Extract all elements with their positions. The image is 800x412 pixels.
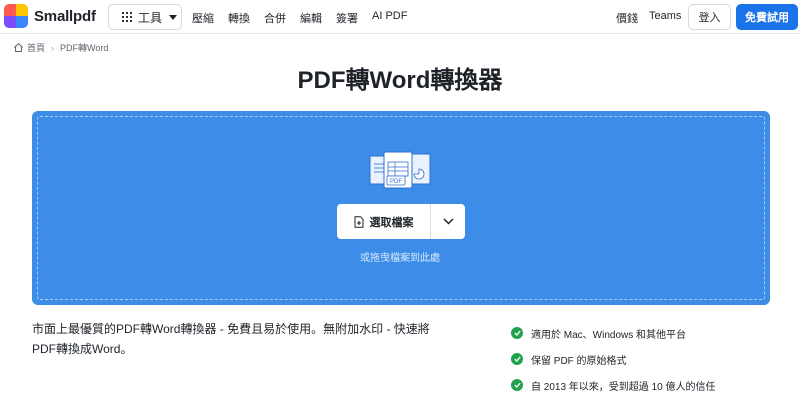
tools-menu-button[interactable]: 工具	[108, 4, 182, 30]
main-nav: 壓縮 轉換 合併 編輯 簽署 AI PDF	[192, 10, 421, 26]
nav-item-compress[interactable]: 壓縮	[192, 10, 214, 26]
nav-item-convert[interactable]: 轉換	[228, 10, 250, 26]
documents-illustration: PDF	[369, 151, 431, 189]
logo-icon	[4, 4, 28, 28]
breadcrumb: 首頁 › PDF轉Word	[13, 41, 108, 54]
tool-description: 市面上最優質的PDF轉Word轉換器 - 免費且易於使用。無附加水印 - 快速將…	[32, 322, 430, 356]
home-icon	[14, 42, 23, 52]
breadcrumb-home[interactable]: 首頁	[27, 41, 45, 54]
chevron-right-icon: ›	[51, 42, 55, 53]
top-header: Smallpdf 工具 壓縮 轉換 合併 編輯 簽署 AI PDF 價錢 Tea…	[0, 0, 800, 34]
check-circle-icon	[511, 327, 523, 339]
login-button[interactable]: 登入	[688, 4, 731, 30]
feature-text: 自 2013 年以來，受到超過 10 億人的信任	[531, 381, 716, 393]
file-plus-icon	[354, 215, 363, 228]
page-title: PDF轉Word轉換器	[297, 67, 503, 94]
nav-item-merge[interactable]: 合併	[264, 10, 286, 26]
feature-text: 保留 PDF 的原始格式	[531, 355, 627, 367]
pricing-link[interactable]: 價錢	[616, 10, 638, 26]
tools-label: 工具	[138, 10, 163, 25]
teams-link[interactable]: Teams	[649, 10, 681, 22]
smallpdf-logo[interactable]: Smallpdf	[4, 4, 96, 28]
feature-item: 自 2013 年以來，受到超過 10 億人的信任	[511, 372, 715, 398]
feature-item: 適用於 Mac、Windows 和其他平台	[511, 320, 715, 346]
feature-list: 適用於 Mac、Windows 和其他平台 保留 PDF 的原始格式 自 201…	[511, 320, 715, 398]
upload-source-dropdown[interactable]	[431, 204, 465, 239]
choose-file-label: 選取檔案	[369, 216, 414, 229]
nav-item-ai-pdf[interactable]: AI PDF	[372, 10, 407, 26]
nav-item-sign[interactable]: 簽署	[336, 10, 358, 26]
grid-icon	[122, 12, 132, 22]
choose-file-button[interactable]: 選取檔案	[337, 204, 430, 239]
caret-down-icon	[169, 14, 178, 20]
breadcrumb-current: PDF轉Word	[60, 43, 109, 53]
feature-text: 適用於 Mac、Windows 和其他平台	[531, 329, 687, 341]
check-circle-icon	[511, 379, 523, 391]
feature-item: 保留 PDF 的原始格式	[511, 346, 715, 372]
brand-name: Smallpdf	[34, 7, 96, 25]
nav-item-edit[interactable]: 編輯	[300, 10, 322, 26]
chevron-down-icon	[442, 218, 454, 225]
free-trial-button[interactable]: 免費試用	[736, 4, 798, 30]
choose-file-button-group: 選取檔案	[337, 204, 465, 239]
drag-drop-hint: 或拖曳檔案到此處	[360, 253, 440, 264]
check-circle-icon	[511, 353, 523, 365]
pdf-badge-text: PDF	[390, 179, 402, 185]
